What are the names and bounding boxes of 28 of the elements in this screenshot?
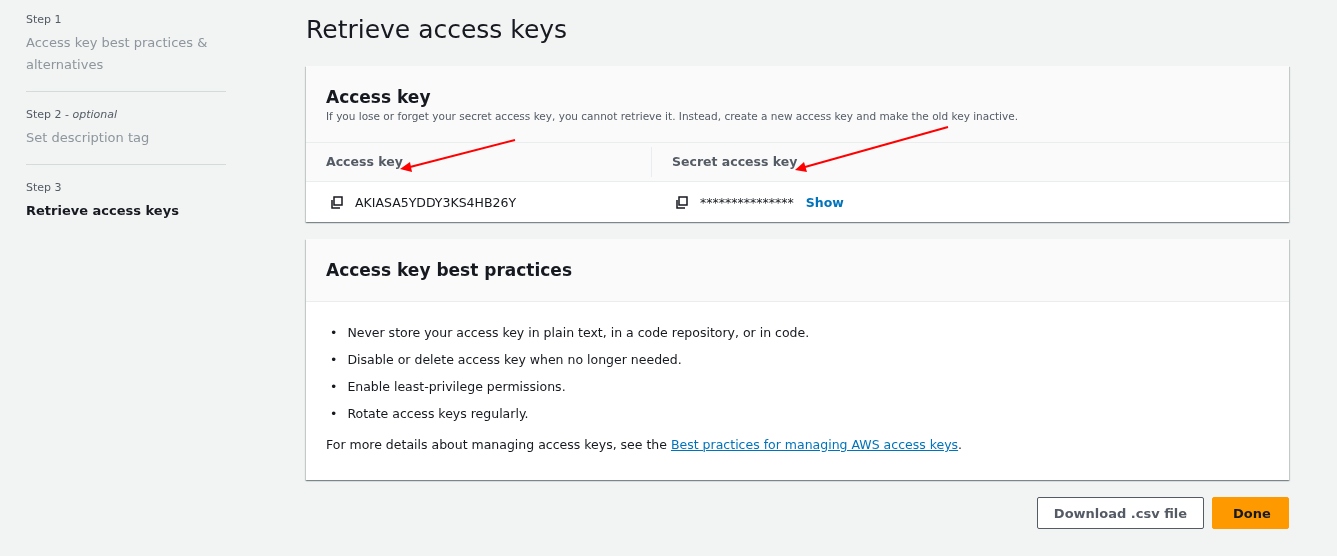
step-label: Step 1 [26, 12, 63, 28]
card-title: Access key best practices [326, 259, 574, 281]
copy-icon[interactable] [330, 195, 343, 209]
step-label: Step 3 [26, 180, 63, 196]
card-description: If you lose or forget your secret access key, you cannot retrieve it. Instead, create a new access key and make the old key inactive. [326, 110, 1019, 122]
page-title: Retrieve access keys [306, 14, 569, 46]
card-title: Access key [326, 86, 432, 108]
done-button[interactable]: Done [1212, 497, 1289, 529]
step-title[interactable]: Access key best practices & alternatives [26, 32, 226, 76]
access-key-value: AKIASA5YDDY3KS4HB26Y [355, 194, 517, 210]
best-practice-item: Disable or delete access key when no longer needed. [347, 351, 682, 369]
bullet: • [330, 378, 338, 396]
bullet: • [330, 405, 338, 423]
copy-icon[interactable] [675, 195, 688, 209]
show-link[interactable]: Show [805, 194, 844, 210]
step-title[interactable]: Set description tag [26, 127, 226, 149]
download-button[interactable]: Download .csv file [1037, 497, 1204, 529]
more-details-text: For more details about managing access keys, see the Best practices for managing AWS access keys. [325, 436, 964, 454]
bullet: • [330, 351, 338, 369]
secret-key-value: *************** [700, 194, 794, 210]
bullet: • [330, 324, 338, 342]
best-practice-item: Enable least-privilege permissions. [347, 378, 566, 396]
column-header: Secret access key [672, 154, 798, 169]
best-practice-item: Never store your access key in plain text, in a code repository, or in code. [347, 324, 810, 342]
column-header: Access key [326, 154, 403, 169]
step-label: Step 2 - optional [26, 107, 119, 123]
best-practice-item: Rotate access keys regularly. [347, 405, 529, 423]
step-title[interactable]: Retrieve access keys [26, 200, 226, 222]
